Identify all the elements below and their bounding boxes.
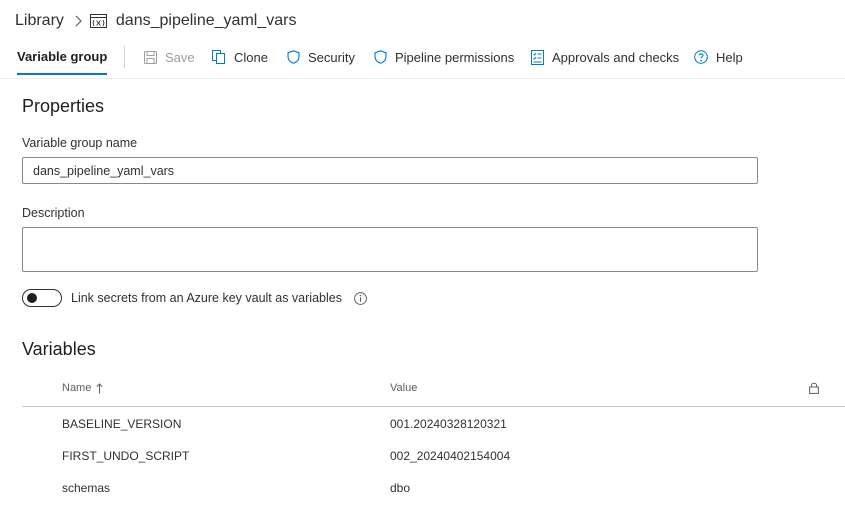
variable-group-name-input[interactable]: [22, 157, 758, 184]
tab-variable-group[interactable]: Variable group: [17, 42, 108, 78]
approvals-checks-button-label: Approvals and checks: [552, 49, 680, 65]
shield-icon: [287, 50, 300, 64]
help-button[interactable]: Help: [694, 48, 743, 66]
column-header-name-label: Name: [62, 382, 92, 394]
approvals-checks-button[interactable]: Approvals and checks: [531, 48, 679, 66]
toggle-knob: [27, 293, 37, 303]
security-button-label: Security: [308, 49, 355, 65]
variable-value-cell[interactable]: 001.20240328120321: [390, 417, 507, 431]
breadcrumb: Library dans_pipeline_yaml_vars: [15, 9, 296, 33]
keyvault-toggle[interactable]: [22, 289, 62, 307]
save-icon: [144, 50, 157, 64]
description-label: Description: [22, 206, 85, 220]
info-icon[interactable]: [354, 292, 367, 310]
toolbar-divider: [124, 46, 125, 68]
variable-value-cell[interactable]: 002_20240402154004: [390, 449, 510, 463]
description-textarea[interactable]: [22, 227, 758, 272]
pipeline-permissions-button[interactable]: Pipeline permissions: [374, 48, 514, 66]
lock-icon: [809, 381, 819, 399]
shield-icon: [374, 50, 387, 64]
save-button-label: Save: [165, 49, 195, 65]
checklist-icon: [531, 49, 544, 65]
security-button[interactable]: Security: [287, 48, 355, 66]
tab-variable-group-label: Variable group: [17, 49, 108, 64]
toolbar: Variable group Save Clone Security Pipel…: [0, 42, 845, 78]
variable-name-cell[interactable]: BASELINE_VERSION: [62, 417, 181, 431]
sort-ascending-icon: [96, 382, 103, 393]
toolbar-bottom-border: [0, 78, 845, 79]
chevron-right-icon: [74, 15, 82, 27]
keyvault-toggle-label: Link secrets from an Azure key vault as …: [71, 291, 342, 305]
column-header-name[interactable]: Name: [62, 382, 103, 394]
active-tab-indicator: [17, 73, 108, 75]
breadcrumb-library-link[interactable]: Library: [15, 12, 64, 30]
clone-icon: [212, 50, 225, 64]
variables-heading: Variables: [22, 339, 96, 359]
clone-button-label: Clone: [234, 49, 268, 65]
variable-group-name-label: Variable group name: [22, 136, 138, 150]
table-header-divider: [22, 406, 845, 407]
save-button[interactable]: Save: [144, 48, 195, 66]
column-header-value[interactable]: Value: [390, 382, 417, 394]
variable-value-cell[interactable]: dbo: [390, 481, 410, 495]
clone-button[interactable]: Clone: [212, 48, 268, 66]
variable-name-cell[interactable]: schemas: [62, 481, 110, 495]
help-icon: [694, 50, 708, 64]
pipeline-permissions-button-label: Pipeline permissions: [395, 49, 515, 65]
properties-heading: Properties: [22, 96, 105, 116]
page-title: dans_pipeline_yaml_vars: [115, 12, 297, 29]
variable-group-icon: [89, 14, 107, 28]
variable-name-cell[interactable]: FIRST_UNDO_SCRIPT: [62, 449, 189, 463]
help-button-label: Help: [716, 49, 743, 65]
